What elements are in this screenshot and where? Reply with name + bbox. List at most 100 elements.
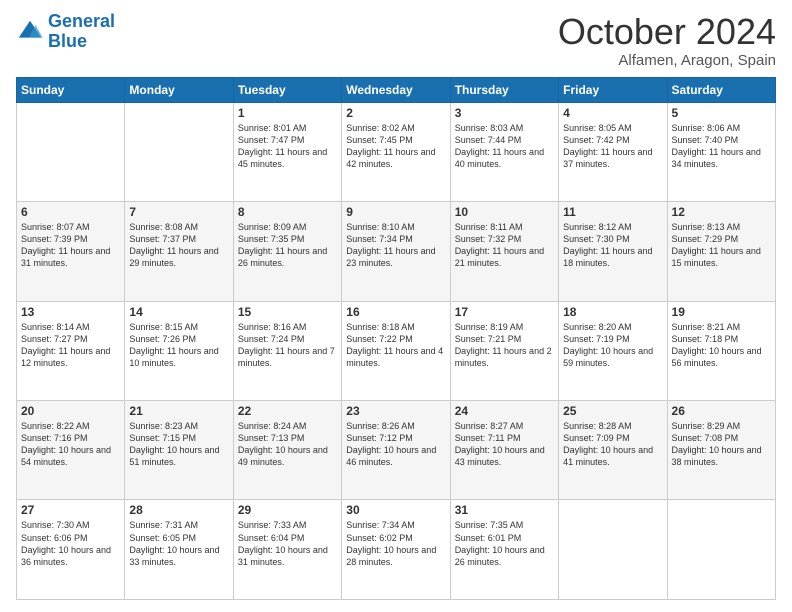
day-info: Sunrise: 8:06 AM Sunset: 7:40 PM Dayligh… — [672, 122, 771, 171]
calendar-cell: 4 Sunrise: 8:05 AM Sunset: 7:42 PM Daylig… — [559, 102, 667, 201]
day-number: 8 — [238, 205, 337, 219]
calendar-cell — [17, 102, 125, 201]
calendar-cell: 18 Sunrise: 8:20 AM Sunset: 7:19 PM Dayli… — [559, 301, 667, 400]
day-number: 9 — [346, 205, 445, 219]
calendar-cell: 5 Sunrise: 8:06 AM Sunset: 7:40 PM Daylig… — [667, 102, 775, 201]
day-info: Sunrise: 8:27 AM Sunset: 7:11 PM Dayligh… — [455, 420, 554, 469]
logo-blue: Blue — [48, 31, 87, 51]
day-info: Sunrise: 8:21 AM Sunset: 7:18 PM Dayligh… — [672, 321, 771, 370]
calendar-header-wednesday: Wednesday — [342, 77, 450, 102]
calendar-cell: 20Sunrise: 8:22 AM Sunset: 7:16 PM Dayli… — [17, 401, 125, 500]
day-info: Sunrise: 8:18 AM Sunset: 7:22 PM Dayligh… — [346, 321, 445, 370]
logo: General Blue — [16, 12, 115, 52]
calendar-cell: 31 Sunrise: 7:35 AM Sunset: 6:01 PM Dayli… — [450, 500, 558, 600]
day-info: Sunrise: 8:16 AM Sunset: 7:24 PM Dayligh… — [238, 321, 337, 370]
calendar-cell: 15 Sunrise: 8:16 AM Sunset: 7:24 PM Dayli… — [233, 301, 341, 400]
day-info: Sunrise: 8:07 AM Sunset: 7:39 PM Dayligh… — [21, 221, 120, 270]
calendar-cell: 14Sunrise: 8:15 AM Sunset: 7:26 PM Dayli… — [125, 301, 233, 400]
day-info: Sunrise: 8:29 AM Sunset: 7:08 PM Dayligh… — [672, 420, 771, 469]
day-info: Sunrise: 8:10 AM Sunset: 7:34 PM Dayligh… — [346, 221, 445, 270]
day-info: Sunrise: 7:34 AM Sunset: 6:02 PM Dayligh… — [346, 519, 445, 568]
calendar-cell: 26 Sunrise: 8:29 AM Sunset: 7:08 PM Dayli… — [667, 401, 775, 500]
calendar-cell — [559, 500, 667, 600]
day-info: Sunrise: 7:33 AM Sunset: 6:04 PM Dayligh… — [238, 519, 337, 568]
day-number: 30 — [346, 503, 445, 517]
calendar-cell: 2Sunrise: 8:02 AM Sunset: 7:45 PM Daylig… — [342, 102, 450, 201]
day-number: 21 — [129, 404, 228, 418]
location: Alfamen, Aragon, Spain — [558, 52, 776, 69]
day-number: 17 — [455, 305, 554, 319]
calendar-header-row: SundayMondayTuesdayWednesdayThursdayFrid… — [17, 77, 776, 102]
day-info: Sunrise: 8:14 AM Sunset: 7:27 PM Dayligh… — [21, 321, 120, 370]
calendar-week-5: 27 Sunrise: 7:30 AM Sunset: 6:06 PM Dayli… — [17, 500, 776, 600]
day-info: Sunrise: 8:02 AM Sunset: 7:45 PM Dayligh… — [346, 122, 445, 171]
day-info: Sunrise: 8:09 AM Sunset: 7:35 PM Dayligh… — [238, 221, 337, 270]
day-number: 16 — [346, 305, 445, 319]
day-number: 24 — [455, 404, 554, 418]
day-info: Sunrise: 8:01 AM Sunset: 7:47 PM Dayligh… — [238, 122, 337, 171]
calendar-cell: 30 Sunrise: 7:34 AM Sunset: 6:02 PM Dayli… — [342, 500, 450, 600]
calendar-header-sunday: Sunday — [17, 77, 125, 102]
calendar-cell: 25 Sunrise: 8:28 AM Sunset: 7:09 PM Dayli… — [559, 401, 667, 500]
day-number: 18 — [563, 305, 662, 319]
day-number: 23 — [346, 404, 445, 418]
calendar-header-thursday: Thursday — [450, 77, 558, 102]
day-number: 28 — [129, 503, 228, 517]
calendar-week-4: 20Sunrise: 8:22 AM Sunset: 7:16 PM Dayli… — [17, 401, 776, 500]
calendar-cell: 21 Sunrise: 8:23 AM Sunset: 7:15 PM Dayli… — [125, 401, 233, 500]
day-info: Sunrise: 8:08 AM Sunset: 7:37 PM Dayligh… — [129, 221, 228, 270]
calendar-cell: 1Sunrise: 8:01 AM Sunset: 7:47 PM Daylig… — [233, 102, 341, 201]
calendar-cell: 11 Sunrise: 8:12 AM Sunset: 7:30 PM Dayli… — [559, 202, 667, 301]
day-number: 10 — [455, 205, 554, 219]
day-info: Sunrise: 8:12 AM Sunset: 7:30 PM Dayligh… — [563, 221, 662, 270]
day-number: 26 — [672, 404, 771, 418]
day-info: Sunrise: 7:31 AM Sunset: 6:05 PM Dayligh… — [129, 519, 228, 568]
day-number: 4 — [563, 106, 662, 120]
calendar-week-3: 13 Sunrise: 8:14 AM Sunset: 7:27 PM Dayli… — [17, 301, 776, 400]
calendar-cell: 27 Sunrise: 7:30 AM Sunset: 6:06 PM Dayli… — [17, 500, 125, 600]
logo-general: General — [48, 11, 115, 31]
day-info: Sunrise: 8:11 AM Sunset: 7:32 PM Dayligh… — [455, 221, 554, 270]
calendar-cell: 16 Sunrise: 8:18 AM Sunset: 7:22 PM Dayli… — [342, 301, 450, 400]
calendar-week-2: 6Sunrise: 8:07 AM Sunset: 7:39 PM Daylig… — [17, 202, 776, 301]
day-number: 12 — [672, 205, 771, 219]
day-number: 13 — [21, 305, 120, 319]
calendar-cell: 13 Sunrise: 8:14 AM Sunset: 7:27 PM Dayli… — [17, 301, 125, 400]
day-info: Sunrise: 8:28 AM Sunset: 7:09 PM Dayligh… — [563, 420, 662, 469]
calendar-cell: 7Sunrise: 8:08 AM Sunset: 7:37 PM Daylig… — [125, 202, 233, 301]
day-info: Sunrise: 8:26 AM Sunset: 7:12 PM Dayligh… — [346, 420, 445, 469]
day-number: 27 — [21, 503, 120, 517]
calendar-cell: 12 Sunrise: 8:13 AM Sunset: 7:29 PM Dayli… — [667, 202, 775, 301]
calendar-cell: 6Sunrise: 8:07 AM Sunset: 7:39 PM Daylig… — [17, 202, 125, 301]
header: General Blue October 2024 Alfamen, Arago… — [16, 12, 776, 69]
day-number: 29 — [238, 503, 337, 517]
day-info: Sunrise: 7:30 AM Sunset: 6:06 PM Dayligh… — [21, 519, 120, 568]
day-info: Sunrise: 8:23 AM Sunset: 7:15 PM Dayligh… — [129, 420, 228, 469]
calendar-cell — [667, 500, 775, 600]
logo-icon — [16, 18, 44, 46]
calendar-cell: 3Sunrise: 8:03 AM Sunset: 7:44 PM Daylig… — [450, 102, 558, 201]
month-title: October 2024 — [558, 12, 776, 52]
day-number: 5 — [672, 106, 771, 120]
day-number: 11 — [563, 205, 662, 219]
calendar-week-1: 1Sunrise: 8:01 AM Sunset: 7:47 PM Daylig… — [17, 102, 776, 201]
day-info: Sunrise: 8:22 AM Sunset: 7:16 PM Dayligh… — [21, 420, 120, 469]
calendar-table: SundayMondayTuesdayWednesdayThursdayFrid… — [16, 77, 776, 600]
day-info: Sunrise: 8:13 AM Sunset: 7:29 PM Dayligh… — [672, 221, 771, 270]
calendar-cell: 10 Sunrise: 8:11 AM Sunset: 7:32 PM Dayli… — [450, 202, 558, 301]
day-number: 25 — [563, 404, 662, 418]
day-info: Sunrise: 8:19 AM Sunset: 7:21 PM Dayligh… — [455, 321, 554, 370]
calendar-header-monday: Monday — [125, 77, 233, 102]
day-number: 19 — [672, 305, 771, 319]
calendar-header-saturday: Saturday — [667, 77, 775, 102]
day-number: 3 — [455, 106, 554, 120]
calendar-cell: 24 Sunrise: 8:27 AM Sunset: 7:11 PM Dayli… — [450, 401, 558, 500]
day-info: Sunrise: 7:35 AM Sunset: 6:01 PM Dayligh… — [455, 519, 554, 568]
day-info: Sunrise: 8:15 AM Sunset: 7:26 PM Dayligh… — [129, 321, 228, 370]
day-info: Sunrise: 8:20 AM Sunset: 7:19 PM Dayligh… — [563, 321, 662, 370]
calendar-header-tuesday: Tuesday — [233, 77, 341, 102]
page: General Blue October 2024 Alfamen, Arago… — [0, 0, 792, 612]
day-number: 15 — [238, 305, 337, 319]
day-number: 31 — [455, 503, 554, 517]
day-info: Sunrise: 8:05 AM Sunset: 7:42 PM Dayligh… — [563, 122, 662, 171]
